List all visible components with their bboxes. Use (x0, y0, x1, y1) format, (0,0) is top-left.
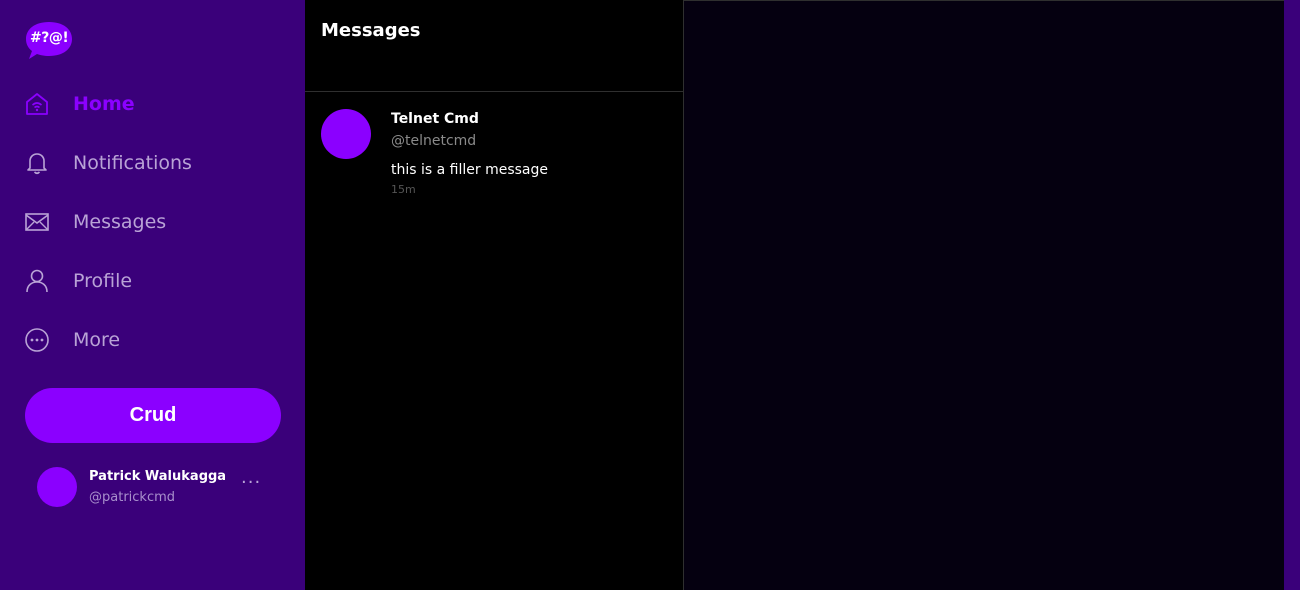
sidebar-item-label: More (73, 329, 121, 351)
sender-handle: @telnetcmd (391, 133, 477, 149)
envelope-icon (24, 209, 50, 235)
sidebar-item-home[interactable]: Home (0, 79, 305, 129)
account-switcher[interactable]: Patrick Walukagga @patrickcmd ··· (25, 458, 281, 518)
sidebar-item-label: Messages (73, 211, 167, 233)
avatar (37, 467, 77, 507)
sidebar-item-profile[interactable]: Profile (0, 256, 305, 306)
sidebar-item-more[interactable]: More (0, 315, 305, 365)
sidebar-item-label: Profile (73, 270, 133, 292)
message-preview: this is a filler message (391, 162, 548, 178)
more-circle-icon (24, 327, 50, 353)
conversation-pane (684, 0, 1284, 590)
messages-header: Messages (305, 0, 683, 92)
messages-panel: Messages Telnet Cmd @telnetcmd this is a… (305, 0, 684, 590)
sidebar-item-messages[interactable]: Messages (0, 197, 305, 247)
user-name: Patrick Walukagga (89, 469, 227, 484)
bell-icon (24, 150, 50, 176)
scrollbar[interactable] (1284, 0, 1300, 590)
sidebar-item-label: Home (73, 93, 135, 115)
sidebar: #?@! Home Notifications Messages Profile… (0, 0, 305, 590)
message-timestamp: 15m (391, 183, 416, 196)
home-icon (24, 91, 50, 117)
sidebar-item-label: Notifications (73, 152, 192, 174)
logo-text: #?@! (30, 30, 69, 46)
crud-button[interactable]: Crud (25, 388, 281, 443)
app-logo[interactable]: #?@! (25, 20, 73, 60)
list-item[interactable]: Telnet Cmd @telnetcmd this is a filler m… (305, 93, 683, 203)
sender-name: Telnet Cmd (391, 111, 479, 127)
app-window: #?@! Home Notifications Messages Profile… (0, 0, 1300, 590)
user-handle: @patrickcmd (89, 490, 176, 505)
more-options-icon[interactable]: ··· (241, 472, 261, 493)
avatar (321, 109, 371, 159)
sidebar-item-notifications[interactable]: Notifications (0, 138, 305, 188)
page-title: Messages (321, 20, 421, 41)
user-icon (24, 268, 50, 294)
